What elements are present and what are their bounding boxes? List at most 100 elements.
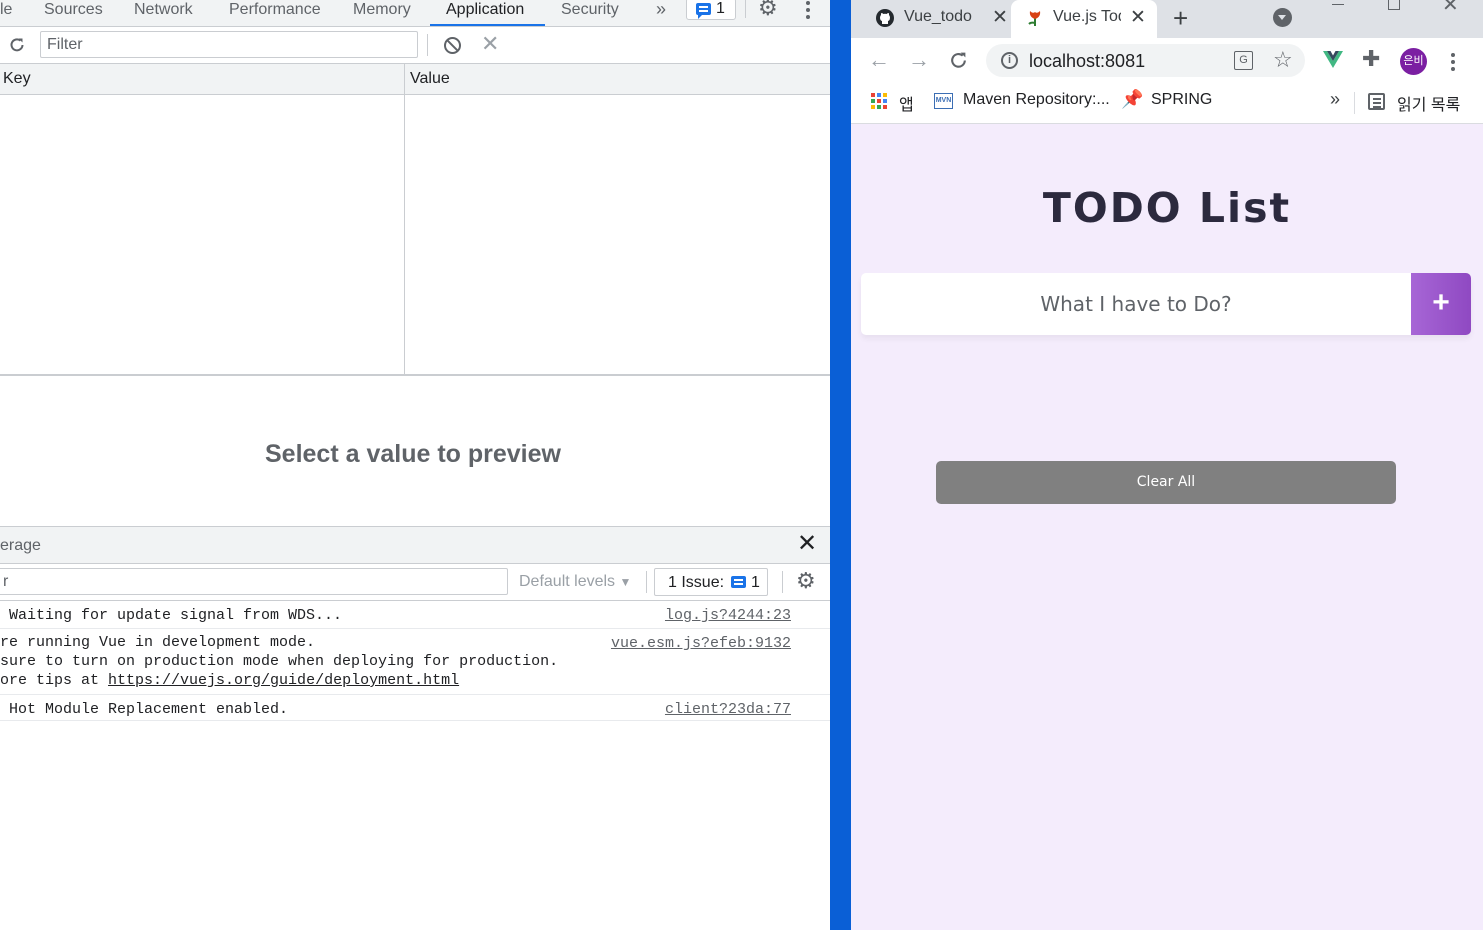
devtools-tab-bar: le Sources Network Performance Memory Ap… (0, 0, 830, 27)
add-todo-button[interactable]: + (1411, 273, 1471, 335)
desktop-background (830, 0, 851, 930)
tab-console[interactable]: le (0, 0, 12, 26)
window-close-icon[interactable]: ✕ (1442, 0, 1459, 17)
site-info-icon[interactable]: i (1001, 52, 1018, 69)
flower-icon (1028, 11, 1041, 26)
reading-list-label[interactable]: 읽기 목록 (1397, 91, 1460, 115)
todo-page: TODO List + Clear All (851, 124, 1483, 930)
drawer-header: erage ✕ (0, 526, 830, 564)
devtools-menu-icon[interactable] (806, 1, 810, 22)
console-settings-gear-icon[interactable]: ⚙ (796, 570, 816, 592)
tab-network[interactable]: Network (134, 0, 193, 26)
browser-toolbar: ← → i localhost:8081 G ☆ ✚ 은비 (851, 38, 1483, 84)
url-text[interactable]: localhost:8081 (1029, 51, 1145, 72)
tab-strip: Vue_todo ✕ Vue.js Todo ✕ + ✕ (851, 0, 1483, 38)
maven-icon: MVN (934, 93, 953, 109)
storage-table-header: Key Value (0, 64, 830, 95)
tab-performance[interactable]: Performance (229, 0, 321, 26)
tab-search-icon[interactable] (1273, 8, 1292, 27)
todo-input-container: + (861, 273, 1471, 335)
table-split-divider[interactable] (0, 374, 830, 376)
address-bar[interactable]: i localhost:8081 G ☆ (986, 44, 1305, 77)
default-levels-dropdown[interactable]: Default levels ▼ (519, 573, 631, 591)
column-divider[interactable] (404, 64, 405, 374)
console-message: Hot Module Replacement enabled. client?2… (0, 695, 830, 721)
active-tab-indicator (430, 24, 545, 26)
bookmarks-bar: 앱 MVN Maven Repository:... 📌 SPRING » 읽기… (851, 84, 1483, 124)
forward-icon[interactable]: → (908, 48, 930, 72)
bookmark-spring[interactable]: SPRING (1151, 91, 1212, 109)
issues-button[interactable]: 1 Issue: 1 (654, 568, 768, 596)
clear-all-button[interactable]: Clear All (936, 461, 1396, 504)
issues-counter-button[interactable]: 1 (686, 0, 736, 20)
console-toolbar: Default levels ▼ 1 Issue: 1 ⚙ (0, 564, 830, 601)
close-tab-icon[interactable]: ✕ (1130, 6, 1146, 29)
filter-input[interactable] (40, 31, 418, 58)
plus-icon: + (1432, 286, 1450, 319)
browser-window: Vue_todo ✕ Vue.js Todo ✕ + ✕ ← → i local… (851, 0, 1483, 930)
issues-count: 1 (751, 574, 760, 591)
value-column-header[interactable]: Value (410, 70, 450, 88)
source-link[interactable]: log.js?4244:23 (665, 606, 791, 625)
drawer-tab-label[interactable]: erage (0, 537, 41, 555)
issue-icon (696, 3, 711, 19)
divider (782, 571, 783, 593)
issues-label: 1 Issue: (668, 574, 725, 591)
divider (646, 571, 647, 593)
apps-grid-icon[interactable] (871, 93, 888, 110)
bookmark-star-icon[interactable]: ☆ (1273, 47, 1293, 73)
default-levels-label: Default levels (519, 573, 616, 590)
message-text: ore tips at https://vuejs.org/guide/depl… (0, 671, 830, 690)
issue-icon (731, 576, 746, 588)
vue-devtools-extension-icon[interactable] (1323, 51, 1343, 68)
source-link[interactable]: client?23da:77 (665, 700, 791, 719)
tab-application[interactable]: Application (446, 0, 524, 26)
clear-all-icon[interactable] (443, 36, 462, 55)
divider (745, 0, 746, 18)
tab-security[interactable]: Security (561, 0, 619, 26)
close-tab-icon[interactable]: ✕ (992, 6, 1008, 29)
delete-selected-icon[interactable]: ✕ (481, 32, 499, 56)
translate-icon[interactable]: G (1234, 51, 1253, 70)
bookmark-apps[interactable]: 앱 (899, 91, 914, 115)
message-text-prefix: ore tips at (0, 672, 109, 689)
profile-avatar[interactable]: 은비 (1400, 48, 1427, 75)
source-link[interactable]: vue.esm.js?efeb:9132 (611, 634, 791, 653)
chrome-menu-icon[interactable] (1451, 53, 1455, 74)
maximize-icon[interactable] (1388, 0, 1400, 10)
bookmark-maven[interactable]: Maven Repository:... (963, 91, 1110, 109)
browser-tab-vue-todo[interactable]: Vue.js Todo ✕ (1011, 0, 1157, 38)
reload-icon[interactable] (949, 51, 968, 70)
tab-title: Vue_todo (904, 8, 972, 25)
tab-title: Vue.js Todo (1053, 8, 1121, 25)
new-tab-icon[interactable]: + (1173, 3, 1188, 33)
back-icon[interactable]: ← (868, 48, 890, 72)
todo-input[interactable] (861, 273, 1411, 335)
more-bookmarks-icon[interactable]: » (1330, 89, 1340, 110)
github-icon (876, 9, 894, 27)
console-messages: Waiting for update signal from WDS... lo… (0, 601, 830, 721)
storage-toolbar: ✕ (0, 27, 830, 64)
console-filter-input[interactable] (0, 568, 508, 595)
message-text: sure to turn on production mode when dep… (0, 653, 559, 670)
console-message: re running Vue in development mode. sure… (0, 629, 830, 695)
devtools-panel: le Sources Network Performance Memory Ap… (0, 0, 830, 930)
key-column-header[interactable]: Key (3, 70, 31, 88)
deployment-guide-link[interactable]: https://vuejs.org/guide/deployment.html (108, 672, 459, 689)
more-tabs-icon[interactable]: » (656, 0, 666, 18)
console-message: Waiting for update signal from WDS... lo… (0, 601, 830, 629)
chevron-down-icon: ▼ (619, 575, 632, 589)
divider (427, 34, 428, 56)
refresh-icon[interactable] (8, 36, 26, 54)
reading-list-icon[interactable] (1368, 93, 1385, 110)
tab-sources[interactable]: Sources (44, 0, 103, 26)
issue-count: 1 (716, 0, 725, 17)
pushpin-icon: 📌 (1121, 89, 1144, 109)
tab-memory[interactable]: Memory (353, 0, 411, 26)
settings-gear-icon[interactable]: ⚙ (758, 0, 778, 19)
close-drawer-icon[interactable]: ✕ (797, 532, 817, 556)
page-title: TODO List (1042, 184, 1292, 232)
minimize-icon[interactable] (1332, 4, 1344, 5)
browser-tab-github[interactable]: Vue_todo ✕ (861, 0, 1009, 38)
extensions-puzzle-icon[interactable]: ✚ (1362, 46, 1380, 72)
